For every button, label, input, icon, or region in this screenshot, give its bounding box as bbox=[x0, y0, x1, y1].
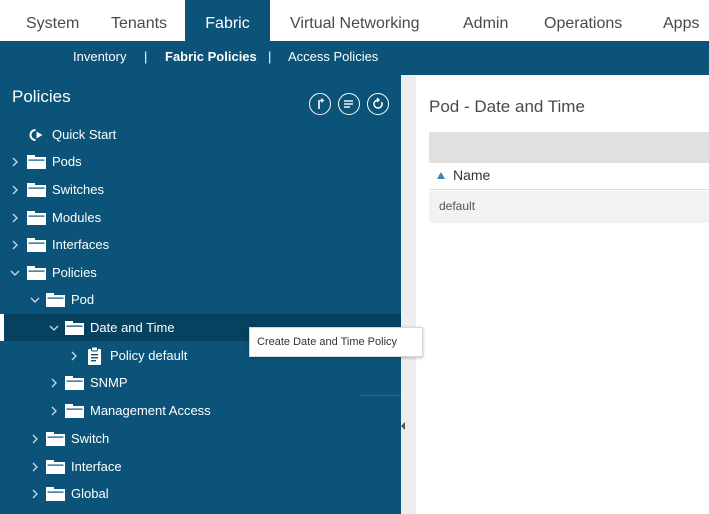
tree-item-global[interactable]: Global bbox=[0, 480, 401, 507]
chevron-right-icon[interactable] bbox=[49, 406, 59, 416]
tree-item-label: Interface bbox=[71, 459, 122, 474]
tab-apps[interactable]: Apps bbox=[663, 0, 699, 41]
sort-ascending-icon[interactable] bbox=[437, 172, 445, 179]
quick-start-icon bbox=[27, 128, 45, 142]
subnav-inventory[interactable]: Inventory bbox=[73, 41, 126, 73]
chevron-right-icon[interactable] bbox=[30, 489, 40, 499]
tree-item-snmp[interactable]: SNMP bbox=[0, 369, 401, 396]
chevron-down-icon[interactable] bbox=[30, 295, 40, 305]
collapse-handle[interactable] bbox=[401, 419, 406, 433]
subnav-separator: | bbox=[144, 49, 148, 64]
tree-item-quick-start[interactable]: Quick Start bbox=[0, 121, 401, 148]
chevron-right-icon[interactable] bbox=[49, 378, 59, 388]
tree-item-label: Policies bbox=[52, 265, 97, 280]
chevron-right-icon[interactable] bbox=[10, 213, 20, 223]
subnav-separator: | bbox=[268, 49, 272, 64]
folder-icon bbox=[65, 404, 84, 418]
chevron-left-icon bbox=[401, 422, 405, 430]
content-pane: Pod - Date and Time Name default bbox=[416, 75, 709, 514]
tab-tenants[interactable]: Tenants bbox=[111, 0, 167, 41]
chevron-right-icon[interactable] bbox=[30, 462, 40, 472]
top-nav: System Tenants Fabric Virtual Networking… bbox=[0, 0, 709, 41]
divider bbox=[361, 395, 401, 396]
tree-item-interface[interactable]: Interface bbox=[0, 453, 401, 480]
tooltip: Create Date and Time Policy bbox=[249, 327, 423, 357]
folder-icon bbox=[27, 183, 46, 197]
subnav-access-policies[interactable]: Access Policies bbox=[288, 41, 378, 73]
tree-item-label: Modules bbox=[52, 210, 102, 225]
pane-title: Policies bbox=[12, 87, 71, 106]
policy-document-icon bbox=[88, 347, 101, 365]
tree-item-switches[interactable]: Switches bbox=[0, 176, 401, 203]
folder-icon bbox=[27, 266, 46, 280]
tree-item-interfaces[interactable]: Interfaces bbox=[0, 231, 401, 258]
add-icon bbox=[318, 98, 324, 109]
add-button[interactable] bbox=[309, 93, 331, 115]
tab-virtual-networking[interactable]: Virtual Networking bbox=[290, 0, 420, 41]
refresh-icon bbox=[373, 97, 383, 109]
chevron-right-icon[interactable] bbox=[30, 434, 40, 444]
chevron-right-icon[interactable] bbox=[10, 185, 20, 195]
tree-item-label: Pods bbox=[52, 154, 82, 169]
pane-splitter[interactable] bbox=[401, 75, 416, 514]
folder-icon bbox=[27, 211, 46, 225]
table-row[interactable]: default bbox=[429, 191, 709, 223]
tree-item-label: Interfaces bbox=[52, 237, 110, 252]
tree-item-management-access[interactable]: Management Access bbox=[0, 397, 401, 424]
subnav-fabric-policies[interactable]: Fabric Policies bbox=[165, 41, 257, 73]
tree-item-label: Switches bbox=[52, 182, 105, 197]
tree-item-label: Management Access bbox=[90, 403, 211, 418]
tab-system[interactable]: System bbox=[26, 0, 79, 41]
sub-nav: Inventory | Fabric Policies | Access Pol… bbox=[0, 41, 709, 75]
tree-item-label: Global bbox=[71, 486, 109, 501]
tree-item-modules[interactable]: Modules bbox=[0, 204, 401, 231]
list-icon bbox=[344, 100, 353, 108]
chevron-right-icon[interactable] bbox=[10, 240, 20, 250]
tree-item-label: Switch bbox=[71, 431, 110, 446]
tree-item-label: Date and Time bbox=[90, 320, 175, 335]
tree-item-policies[interactable]: Policies bbox=[0, 259, 401, 286]
tree-item-pod[interactable]: Pod bbox=[0, 286, 401, 313]
refresh-button[interactable] bbox=[367, 93, 389, 115]
tab-operations[interactable]: Operations bbox=[544, 0, 622, 41]
folder-icon bbox=[46, 432, 65, 446]
table-header[interactable]: Name bbox=[429, 163, 709, 190]
table-toolbar bbox=[429, 132, 709, 163]
tree-item-label: Policy default bbox=[110, 348, 188, 363]
folder-icon bbox=[46, 460, 65, 474]
chevron-down-icon[interactable] bbox=[49, 323, 59, 333]
table-cell-name: default bbox=[439, 199, 476, 213]
tree-item-switch[interactable]: Switch bbox=[0, 425, 401, 452]
folder-icon bbox=[27, 155, 46, 169]
tree-item-label: Quick Start bbox=[52, 127, 117, 142]
folder-icon bbox=[27, 238, 46, 252]
folder-icon bbox=[65, 376, 84, 390]
folder-icon bbox=[65, 321, 84, 335]
chevron-down-icon[interactable] bbox=[10, 268, 20, 278]
tree-item-label: Pod bbox=[71, 292, 95, 307]
folder-icon bbox=[46, 293, 65, 307]
chevron-right-icon[interactable] bbox=[69, 351, 79, 361]
chevron-right-icon[interactable] bbox=[10, 157, 20, 167]
tree-item-pods[interactable]: Pods bbox=[0, 148, 401, 175]
page-title: Pod - Date and Time bbox=[429, 97, 585, 116]
list-button[interactable] bbox=[338, 93, 360, 115]
tab-fabric[interactable]: Fabric bbox=[185, 0, 270, 41]
column-header-name[interactable]: Name bbox=[453, 167, 490, 183]
navigation-pane: Policies Quick Start Pods Switches Modul… bbox=[0, 75, 401, 514]
folder-icon bbox=[46, 487, 65, 501]
tab-admin[interactable]: Admin bbox=[463, 0, 508, 41]
tree-item-label: SNMP bbox=[90, 375, 128, 390]
selection-indicator bbox=[0, 314, 4, 341]
